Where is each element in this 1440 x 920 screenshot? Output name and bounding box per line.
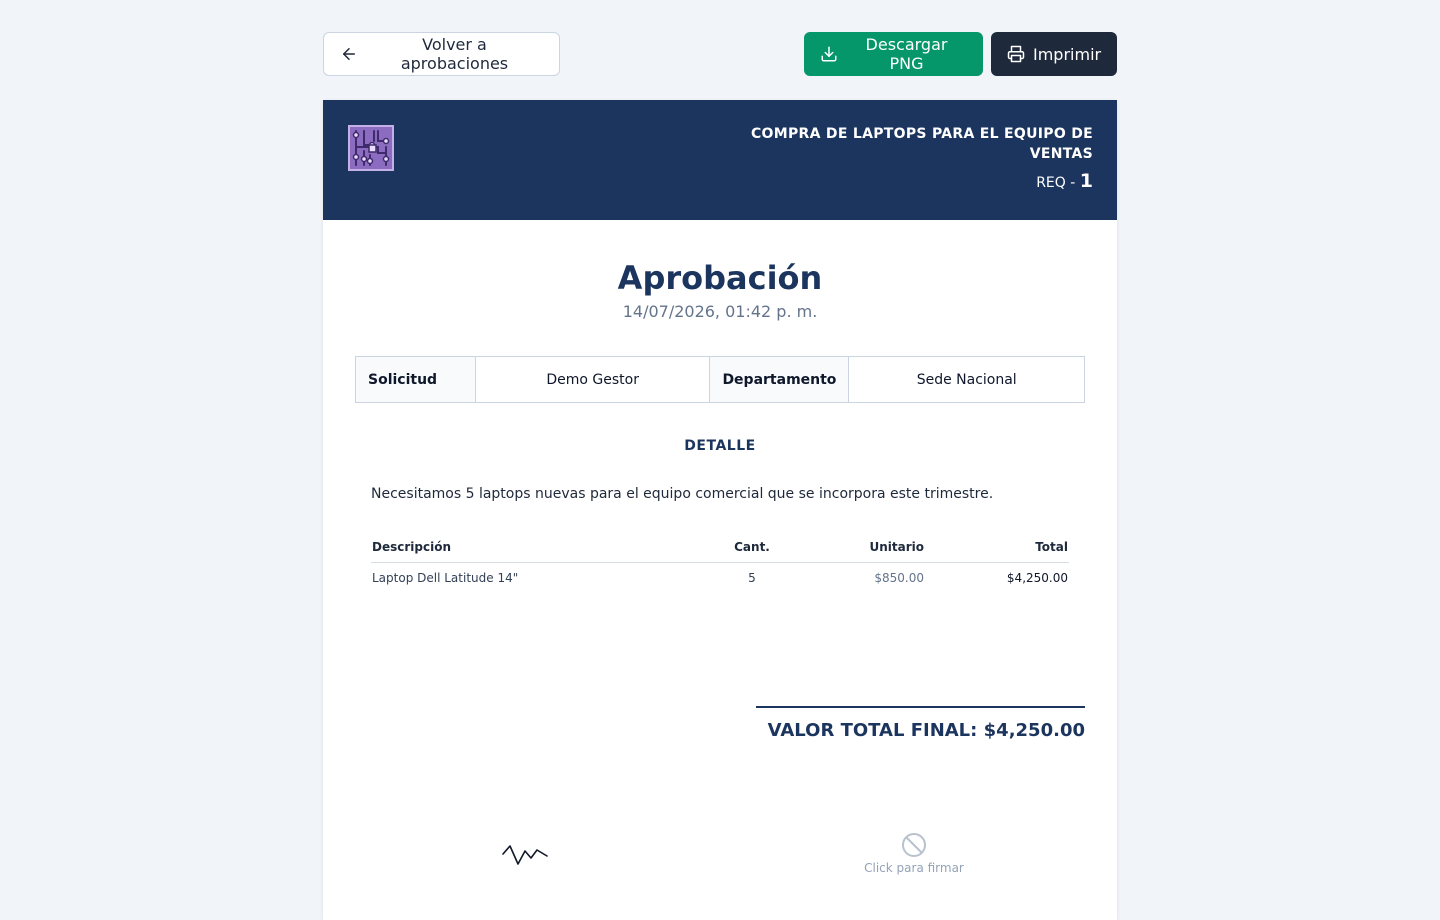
sign-slot-label: Click para firmar — [864, 861, 964, 875]
toolbar: Volver a aprobaciones Descargar PNG Impr… — [323, 32, 1117, 76]
printer-icon — [1007, 45, 1025, 63]
item-total: $4,250.00 — [1006, 571, 1068, 586]
page-title: Aprobación — [617, 259, 823, 297]
arrow-left-icon — [340, 45, 358, 63]
prohibited-icon — [843, 832, 985, 858]
download-png-button[interactable]: Descargar PNG — [804, 32, 983, 76]
document-header: COMPRA DE LAPTOPS PARA EL EQUIPO DE VENT… — [323, 100, 1117, 220]
info-table: Solicitud Demo Gestor Departamento Sede … — [355, 356, 1085, 403]
column-header-unit: Unitario — [833, 532, 925, 563]
signature-image — [501, 842, 549, 868]
back-button-label: Volver a aprobaciones — [400, 35, 509, 73]
print-button-label: Imprimir — [1033, 44, 1102, 64]
grand-total-label: VALOR TOTAL FINAL: — [767, 720, 978, 741]
detail-text: Necesitamos 5 laptops nuevas para el equ… — [371, 486, 994, 502]
requisition-number-value: 1 — [1079, 170, 1093, 192]
approval-date: 14/07/2026, 01:42 p. m. — [622, 302, 818, 321]
download-button-label: Descargar PNG — [865, 35, 948, 73]
items-table: Descripción Cant. Unitario Total Laptop … — [371, 532, 1069, 594]
item-quantity: 5 — [748, 571, 756, 586]
requisition-number: REQ - 1 — [733, 170, 1093, 194]
print-button[interactable]: Imprimir — [991, 32, 1117, 76]
sign-slot-button[interactable]: Click para firmar — [843, 832, 985, 880]
departamento-label: Departamento — [709, 356, 850, 403]
detail-section-title: DETALLE — [684, 438, 756, 454]
solicitud-label: Solicitud — [355, 356, 476, 403]
grand-total: VALOR TOTAL FINAL: $4,250.00 — [756, 706, 1085, 741]
solicitud-value: Demo Gestor — [474, 356, 711, 403]
item-unit-price: $850.00 — [874, 571, 924, 586]
column-header-quantity: Cant. — [671, 532, 833, 563]
header-info: COMPRA DE LAPTOPS PARA EL EQUIPO DE VENT… — [733, 124, 1093, 194]
requisition-prefix: REQ - — [1036, 175, 1076, 191]
info-row: Solicitud Demo Gestor Departamento Sede … — [355, 356, 1085, 403]
items-header-row: Descripción Cant. Unitario Total — [371, 532, 1069, 563]
item-description: Laptop Dell Latitude 14" — [372, 571, 519, 586]
approval-document: COMPRA DE LAPTOPS PARA EL EQUIPO DE VENT… — [323, 100, 1117, 920]
table-row: Laptop Dell Latitude 14" 5 $850.00 $4,25… — [371, 562, 1069, 594]
grand-total-value: $4,250.00 — [983, 720, 1085, 741]
back-to-approvals-button[interactable]: Volver a aprobaciones — [323, 32, 560, 76]
circuit-board-icon — [348, 125, 394, 171]
download-icon — [820, 45, 838, 63]
column-header-total: Total — [925, 532, 1069, 563]
requisition-title: COMPRA DE LAPTOPS PARA EL EQUIPO DE VENT… — [750, 126, 1093, 162]
column-header-description: Descripción — [371, 532, 671, 563]
departamento-value: Sede Nacional — [848, 356, 1085, 403]
